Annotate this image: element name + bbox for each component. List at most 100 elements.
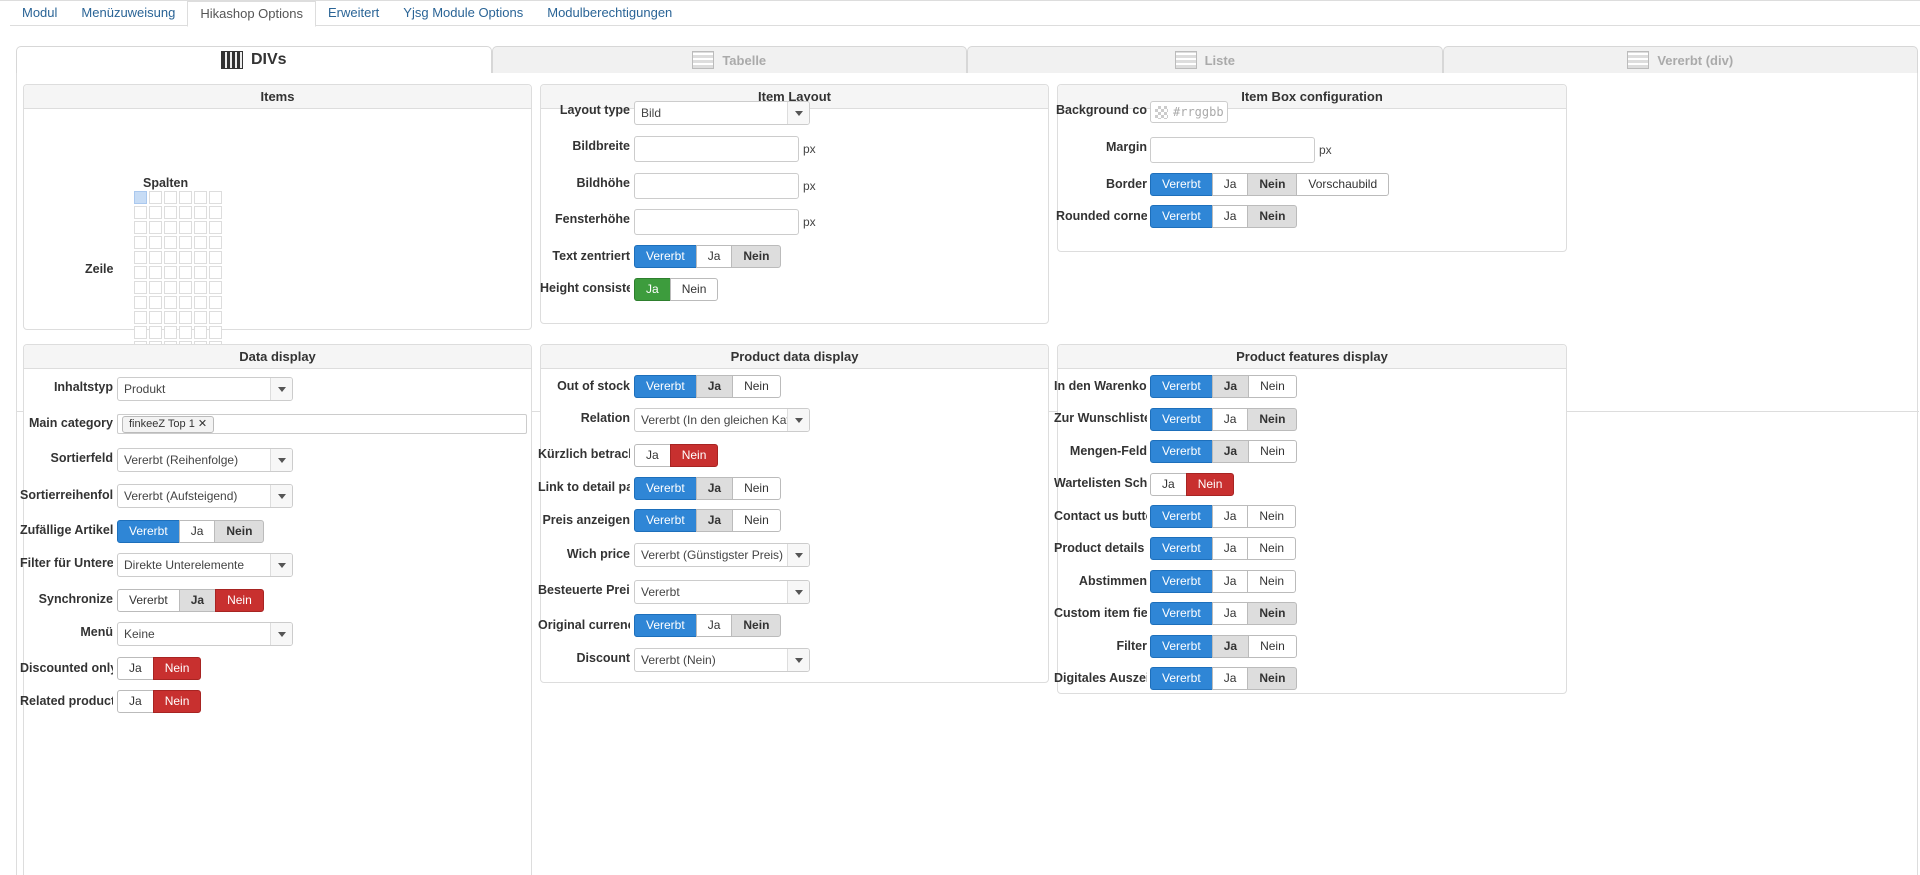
quantity-field-toggle[interactable]: Vererbt Ja Nein — [1150, 440, 1297, 463]
grid-cell[interactable] — [134, 266, 147, 279]
subtab-divs[interactable]: DIVs — [16, 46, 492, 73]
grid-cell[interactable] — [134, 251, 147, 264]
subtab-inherit-div[interactable]: Vererbt (div) — [1442, 46, 1918, 73]
grid-cell[interactable] — [194, 266, 207, 279]
waitlist-toggle[interactable]: Ja Nein — [1150, 473, 1235, 496]
custom-fields-toggle[interactable]: Vererbt Ja Nein — [1150, 602, 1298, 625]
show-price-toggle[interactable]: Vererbt Ja Nein — [634, 509, 781, 532]
taxed-price-select[interactable]: Vererbt — [634, 580, 810, 604]
grid-cell[interactable] — [179, 311, 192, 324]
remove-tag-icon[interactable]: ✕ — [198, 418, 207, 430]
grid-cell[interactable] — [134, 311, 147, 324]
sort-field-select[interactable]: Vererbt (Reihenfolge) — [117, 448, 293, 472]
grid-cell[interactable] — [149, 251, 162, 264]
grid-cell[interactable] — [164, 281, 177, 294]
relation-select[interactable]: Vererbt (In den gleichen Katego… — [634, 408, 810, 432]
grid-cell[interactable] — [149, 236, 162, 249]
main-category-tag[interactable]: finkeeZ Top 1 ✕ — [122, 416, 215, 433]
border-toggle[interactable]: Vererbt Ja Nein Vorschaubild — [1150, 173, 1390, 196]
grid-cell[interactable] — [179, 206, 192, 219]
grid-cell[interactable] — [179, 326, 192, 339]
grid-cell[interactable] — [149, 311, 162, 324]
grid-cell[interactable] — [209, 236, 222, 249]
grid-cell[interactable] — [179, 236, 192, 249]
grid-cell[interactable] — [164, 326, 177, 339]
recently-viewed-toggle[interactable]: Ja Nein — [634, 444, 719, 467]
grid-cell[interactable] — [164, 236, 177, 249]
grid-cell[interactable] — [149, 221, 162, 234]
bg-color-input[interactable]: #rrggbb — [1150, 101, 1228, 123]
grid-cell[interactable] — [194, 296, 207, 309]
grid-cell[interactable] — [134, 281, 147, 294]
grid-cell[interactable] — [149, 326, 162, 339]
grid-cell[interactable] — [209, 251, 222, 264]
grid-cell[interactable] — [179, 251, 192, 264]
grid-cell[interactable] — [194, 236, 207, 249]
which-price-select[interactable]: Vererbt (Günstigster Preis) — [634, 543, 810, 567]
contact-us-toggle[interactable]: Vererbt Ja Nein — [1150, 505, 1297, 528]
grid-cell[interactable] — [164, 221, 177, 234]
tab-permissions[interactable]: Modulberechtigungen — [535, 1, 684, 26]
grid-cell[interactable] — [164, 191, 177, 204]
grid-cell[interactable] — [164, 296, 177, 309]
grid-cell[interactable] — [179, 296, 192, 309]
image-width-input[interactable] — [634, 136, 799, 162]
grid-cell[interactable] — [149, 206, 162, 219]
grid-cell[interactable] — [134, 221, 147, 234]
subtab-list[interactable]: Liste — [967, 46, 1443, 73]
grid-cell[interactable] — [164, 266, 177, 279]
synchronize-toggle[interactable]: Vererbt Ja Nein — [117, 589, 264, 612]
related-products-toggle[interactable]: Ja Nein — [117, 690, 202, 713]
grid-cell[interactable] — [149, 266, 162, 279]
grid-cell[interactable] — [179, 221, 192, 234]
grid-cell[interactable] — [149, 296, 162, 309]
tab-modul[interactable]: Modul — [10, 1, 69, 26]
tab-hikashop-options[interactable]: Hikashop Options — [187, 1, 316, 27]
original-currency-toggle[interactable]: Vererbt Ja Nein — [634, 614, 782, 637]
tab-menu-assignment[interactable]: Menüzuweisung — [69, 1, 187, 26]
grid-cell[interactable] — [134, 326, 147, 339]
grid-cell[interactable] — [164, 311, 177, 324]
grid-cell[interactable] — [179, 266, 192, 279]
content-type-select[interactable]: Produkt — [117, 377, 293, 401]
window-height-input[interactable] — [634, 209, 799, 235]
wishlist-toggle[interactable]: Vererbt Ja Nein — [1150, 408, 1298, 431]
out-of-stock-toggle[interactable]: Vererbt Ja Nein — [634, 375, 781, 398]
filter-sub-select[interactable]: Direkte Unterelemente — [117, 553, 293, 577]
grid-cell[interactable] — [134, 296, 147, 309]
rounded-corners-toggle[interactable]: Vererbt Ja Nein — [1150, 205, 1298, 228]
grid-cell[interactable] — [209, 191, 222, 204]
tab-yjsg-options[interactable]: Yjsg Module Options — [391, 1, 535, 26]
grid-cell[interactable] — [209, 296, 222, 309]
grid-cell[interactable] — [134, 191, 147, 204]
grid-cell[interactable] — [149, 191, 162, 204]
grid-cell[interactable] — [209, 311, 222, 324]
product-details-toggle[interactable]: Vererbt Ja Nein — [1150, 537, 1297, 560]
grid-cell[interactable] — [194, 326, 207, 339]
tab-advanced[interactable]: Erweitert — [316, 1, 391, 26]
image-height-input[interactable] — [634, 173, 799, 199]
layout-type-select[interactable]: Bild — [634, 101, 810, 125]
add-to-cart-toggle[interactable]: Vererbt Ja Nein — [1150, 375, 1297, 398]
margin-input[interactable] — [1150, 137, 1315, 163]
menu-select[interactable]: Keine — [117, 622, 293, 646]
grid-selector[interactable] — [134, 191, 222, 369]
grid-cell[interactable] — [134, 206, 147, 219]
grid-cell[interactable] — [209, 281, 222, 294]
grid-cell[interactable] — [179, 281, 192, 294]
grid-cell[interactable] — [194, 191, 207, 204]
grid-cell[interactable] — [179, 191, 192, 204]
grid-cell[interactable] — [194, 281, 207, 294]
vote-toggle[interactable]: Vererbt Ja Nein — [1150, 570, 1297, 593]
grid-cell[interactable] — [134, 236, 147, 249]
height-consistency-toggle[interactable]: Ja Nein — [634, 278, 719, 301]
link-detail-toggle[interactable]: Vererbt Ja Nein — [634, 477, 781, 500]
sort-order-select[interactable]: Vererbt (Aufsteigend) — [117, 484, 293, 508]
grid-cell[interactable] — [209, 266, 222, 279]
digital-toggle[interactable]: Vererbt Ja Nein — [1150, 667, 1298, 690]
grid-cell[interactable] — [149, 281, 162, 294]
grid-cell[interactable] — [164, 206, 177, 219]
discounted-only-toggle[interactable]: Ja Nein — [117, 657, 202, 680]
filter-toggle[interactable]: Vererbt Ja Nein — [1150, 635, 1297, 658]
grid-cell[interactable] — [209, 221, 222, 234]
